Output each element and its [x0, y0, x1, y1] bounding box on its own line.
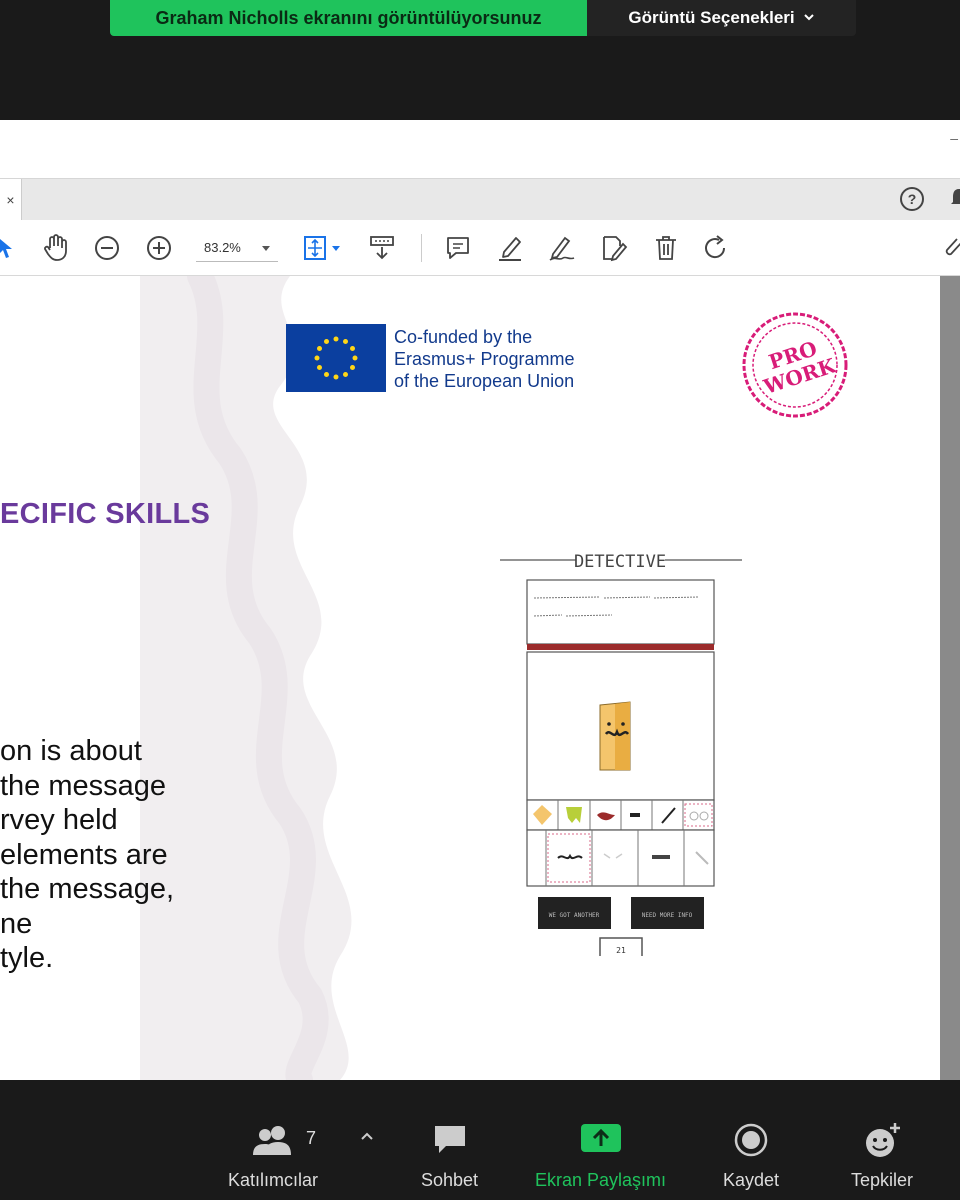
slide-heading: ECIFIC SKILLS — [0, 498, 211, 530]
highlight-icon[interactable] — [494, 230, 526, 266]
comment-icon[interactable] — [442, 230, 474, 266]
chat-button[interactable]: Sohbet — [421, 1118, 478, 1191]
window-titlebar: – — [0, 120, 960, 178]
zoom-out-icon[interactable] — [92, 230, 122, 266]
caret-down-icon — [262, 240, 270, 255]
delete-icon[interactable] — [650, 230, 682, 266]
body-line-3: rvey held — [0, 804, 118, 836]
share-screen-label: Ekran Paylaşımı — [535, 1170, 667, 1190]
view-options-button[interactable]: Görüntü Seçenekleri — [587, 0, 856, 36]
participants-button[interactable]: Katılımcılar — [228, 1118, 318, 1191]
reactions-icon — [862, 1118, 902, 1162]
game-button-left: WE GOT ANOTHER — [549, 912, 600, 919]
game-title: DETECTIVE — [574, 552, 666, 572]
body-line-2: the message — [0, 769, 167, 802]
pdf-toolbar: 83.2% — [0, 220, 960, 276]
sharing-status: Graham Nicholls ekranını görüntülüyorsun… — [110, 0, 587, 36]
detective-game-mockup: DETECTIVE WE GOT ANOTHER NEED MORE INFO … — [500, 552, 742, 956]
body-line-5: the message, — [0, 873, 175, 905]
arrow-icon[interactable] — [0, 230, 16, 266]
view-options-label: Görüntü Seçenekleri — [628, 8, 795, 27]
notification-icon[interactable] — [950, 187, 960, 215]
attach-icon[interactable] — [944, 230, 960, 266]
eu-line-3: of the European Union — [394, 371, 575, 391]
record-icon — [733, 1118, 769, 1162]
screen-share-banner: Graham Nicholls ekranını görüntülüyorsun… — [110, 0, 856, 36]
rotate-icon[interactable] — [700, 230, 732, 266]
eu-line-2: Erasmus+ Programme — [394, 349, 575, 369]
participants-label: Katılımcılar — [228, 1170, 319, 1190]
slide-body-text: on is about the message rvey held elemen… — [0, 734, 174, 976]
sign-icon[interactable] — [546, 230, 578, 266]
help-icon[interactable]: ? — [900, 187, 924, 211]
body-line-6: ne — [0, 907, 33, 940]
eu-line-1: Co-funded by the — [394, 327, 533, 347]
eu-funding-text: Co-funded by the Erasmus+ Programme of t… — [394, 326, 575, 392]
page-fit-icon[interactable] — [302, 230, 344, 266]
minimize-icon[interactable]: – — [950, 130, 958, 146]
tab-bar: × ? — [0, 178, 960, 221]
hand-icon[interactable] — [40, 230, 72, 266]
fill-sign-icon[interactable] — [598, 230, 630, 266]
zoom-level-select[interactable]: 83.2% — [196, 234, 278, 262]
meeting-controls: Katılımcılar 7 Sohbet Ekran Paylaşımı Ka… — [0, 1080, 960, 1200]
chevron-down-icon — [803, 8, 815, 28]
reactions-button[interactable]: Tepkiler — [851, 1118, 913, 1191]
body-line-4: elements are — [0, 838, 168, 871]
chat-icon — [432, 1118, 468, 1162]
eu-flag-icon — [286, 324, 386, 392]
zoom-meeting-screen: Graham Nicholls ekranını görüntülüyorsun… — [0, 0, 960, 1200]
body-line-1: on is about — [0, 735, 142, 767]
zoom-level-value: 83.2% — [204, 240, 241, 255]
participants-count: 7 — [306, 1128, 317, 1148]
toolbar-divider — [421, 234, 422, 262]
reactions-label: Tepkiler — [851, 1170, 914, 1190]
brush-stroke-decoration — [140, 276, 352, 1080]
record-button[interactable]: Kaydet — [723, 1118, 779, 1191]
shared-pdf-window: – × ? 83.2% Co-funded by the Erasmus+ Pr… — [0, 120, 960, 1080]
scroll-mode-icon[interactable] — [366, 230, 398, 266]
chat-label: Sohbet — [421, 1170, 479, 1190]
game-counter: 21 — [616, 946, 626, 955]
pdf-page-area: Co-funded by the Erasmus+ Programme of t… — [0, 276, 960, 1080]
body-line-7: tyle. — [0, 942, 54, 974]
zoom-in-icon[interactable] — [144, 230, 174, 266]
prowork-stamp-logo: PRO WORK — [742, 312, 848, 418]
record-label: Kaydet — [723, 1170, 780, 1190]
tab-close-button[interactable]: × — [0, 179, 22, 221]
share-screen-button[interactable]: Ekran Paylaşımı — [535, 1118, 666, 1191]
participants-icon — [252, 1118, 294, 1162]
share-screen-icon — [580, 1118, 621, 1162]
game-button-right: NEED MORE INFO — [642, 912, 693, 919]
vertical-scrollbar[interactable] — [940, 276, 960, 1080]
chevron-up-icon[interactable] — [360, 1128, 374, 1146]
